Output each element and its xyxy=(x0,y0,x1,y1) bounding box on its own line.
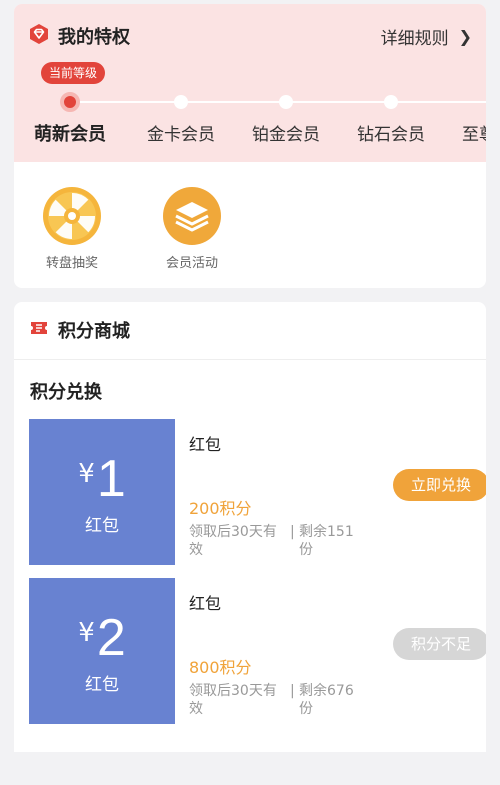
privileges-title: 我的特权 xyxy=(58,27,130,48)
meta-separator: | xyxy=(290,524,295,540)
perk-label: 转盘抽奖 xyxy=(45,256,98,271)
level-dot xyxy=(384,95,398,109)
privileges-card: 我的特权 详细规则 ❯ 当前等级 萌新会员 金卡会员 铂金会员 钻石会员 至尊会… xyxy=(14,4,486,288)
level-tab-gold[interactable]: 金卡会员 xyxy=(147,120,215,145)
lucky-wheel-icon xyxy=(42,186,102,246)
coupon-name: 红包 xyxy=(189,594,222,613)
coupon-face: ¥2 红包 xyxy=(29,578,175,724)
points-mall-title-row: 积分商城 xyxy=(28,316,130,344)
amount-value: 2 xyxy=(96,609,126,667)
perk-lucky-wheel[interactable]: 转盘抽奖 xyxy=(32,186,112,271)
detailed-rules-link[interactable]: 详细规则 ❯ xyxy=(381,22,472,50)
coupon-type-label: 红包 xyxy=(85,516,119,536)
level-dot-active xyxy=(60,92,80,112)
perk-label: 会员活动 xyxy=(165,256,218,271)
coupon-remaining: 剩余676份 xyxy=(299,683,354,717)
coupon-face: ¥1 红包 xyxy=(29,419,175,565)
coupon-card: ¥2 红包 红包 800积分 领取后30天有效 | 剩余676份 积分不足 xyxy=(29,578,486,724)
coupon-remaining: 剩余151份 xyxy=(299,524,354,558)
coupon-type-label: 红包 xyxy=(85,675,119,695)
divider xyxy=(14,359,486,360)
level-tab-supreme[interactable]: 至尊会员 xyxy=(462,120,486,145)
redeem-now-button[interactable]: 立即兑换 xyxy=(393,469,486,501)
level-tab-mengxin[interactable]: 萌新会员 xyxy=(34,120,106,146)
points-mall-card: 积分商城 积分兑换 ¥1 红包 红包 200积分 领取后30天有效 | 剩余15… xyxy=(14,302,486,752)
amount-value: 1 xyxy=(96,450,126,508)
coupon-name: 红包 xyxy=(189,435,222,454)
coupon-points-cost: 200积分 xyxy=(189,499,252,518)
detailed-rules-label: 详细规则 xyxy=(380,28,449,49)
coupon-card: ¥1 红包 红包 200积分 领取后30天有效 | 剩余151份 立即兑换 xyxy=(29,419,486,565)
coupon-amount: ¥2 xyxy=(29,608,175,668)
currency-symbol: ¥ xyxy=(78,459,95,489)
coupon-validity: 领取后30天有效 xyxy=(189,683,277,717)
level-progress-track xyxy=(70,101,486,103)
activity-stack-icon xyxy=(162,186,222,246)
privilege-diamond-icon xyxy=(28,23,50,49)
points-mall-title: 积分商城 xyxy=(58,321,130,342)
ticket-icon xyxy=(28,317,50,343)
points-exchange-heading: 积分兑换 xyxy=(30,382,102,403)
meta-separator: | xyxy=(290,683,295,699)
coupon-points-cost: 800积分 xyxy=(189,658,252,677)
perk-member-activity[interactable]: 会员活动 xyxy=(152,186,232,271)
chevron-right-icon: ❯ xyxy=(458,26,472,46)
insufficient-points-button[interactable]: 积分不足 xyxy=(393,628,486,660)
current-level-badge: 当前等级 xyxy=(41,62,106,84)
level-tab-platinum[interactable]: 铂金会员 xyxy=(252,120,320,145)
coupon-amount: ¥1 xyxy=(29,449,175,509)
privileges-title-row: 我的特权 xyxy=(28,22,130,50)
privileges-header: 我的特权 详细规则 ❯ 当前等级 萌新会员 金卡会员 铂金会员 钻石会员 至尊会… xyxy=(14,4,486,162)
level-dot xyxy=(279,95,293,109)
level-dot xyxy=(174,95,188,109)
level-tab-diamond[interactable]: 钻石会员 xyxy=(357,120,425,145)
coupon-validity: 领取后30天有效 xyxy=(189,524,277,558)
currency-symbol: ¥ xyxy=(78,618,95,648)
